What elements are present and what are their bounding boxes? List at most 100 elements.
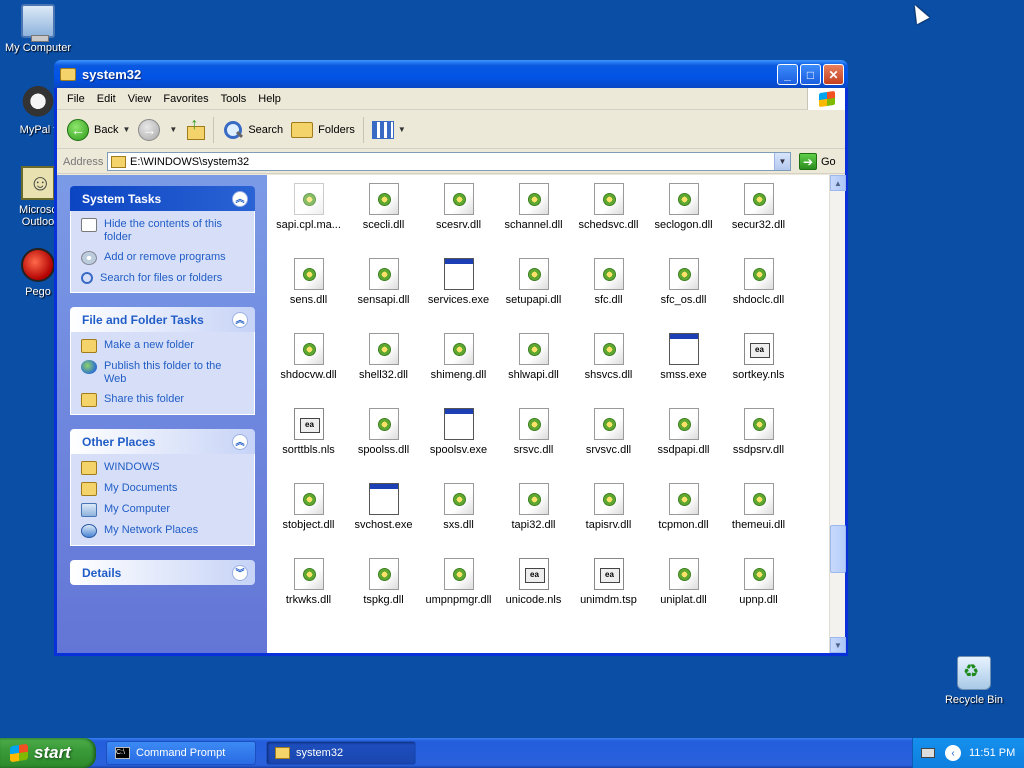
file-item[interactable]: shdocvw.dll bbox=[271, 325, 346, 400]
file-item[interactable]: sortkey.nls bbox=[721, 325, 796, 400]
file-item[interactable]: umpnpmgr.dll bbox=[421, 550, 496, 625]
maximize-button[interactable]: □ bbox=[800, 64, 821, 85]
chevron-left-icon[interactable]: ‹ bbox=[945, 745, 961, 761]
file-item[interactable]: themeui.dll bbox=[721, 475, 796, 550]
menu-help[interactable]: Help bbox=[252, 93, 287, 105]
task-share-folder[interactable]: Share this folder bbox=[81, 393, 244, 407]
file-item[interactable]: unicode.nls bbox=[496, 550, 571, 625]
panel-header-details[interactable]: Details ︾ bbox=[70, 560, 255, 585]
file-item[interactable]: services.exe bbox=[421, 250, 496, 325]
menu-tools[interactable]: Tools bbox=[215, 93, 253, 105]
title-bar[interactable]: system32 _ □ ✕ bbox=[54, 60, 848, 88]
file-item[interactable]: secur32.dll bbox=[721, 175, 796, 250]
file-item[interactable]: upnp.dll bbox=[721, 550, 796, 625]
file-item[interactable]: shdoclc.dll bbox=[721, 250, 796, 325]
file-item[interactable]: sfc_os.dll bbox=[646, 250, 721, 325]
scroll-up-icon[interactable]: ▲ bbox=[830, 175, 846, 191]
file-item[interactable]: smss.exe bbox=[646, 325, 721, 400]
file-item[interactable]: shell32.dll bbox=[346, 325, 421, 400]
file-item[interactable]: tspkg.dll bbox=[346, 550, 421, 625]
minimize-button[interactable]: _ bbox=[777, 64, 798, 85]
file-item[interactable]: sapi.cpl.ma... bbox=[271, 175, 346, 250]
file-item[interactable]: ssdpapi.dll bbox=[646, 400, 721, 475]
file-item[interactable]: tapisrv.dll bbox=[571, 475, 646, 550]
close-button[interactable]: ✕ bbox=[823, 64, 844, 85]
file-item[interactable]: srvsvc.dll bbox=[571, 400, 646, 475]
file-item[interactable]: schedsvc.dll bbox=[571, 175, 646, 250]
file-item[interactable]: stobject.dll bbox=[271, 475, 346, 550]
panel-header-system-tasks[interactable]: System Tasks ︽ bbox=[70, 186, 255, 211]
file-item[interactable]: shsvcs.dll bbox=[571, 325, 646, 400]
file-item[interactable]: shlwapi.dll bbox=[496, 325, 571, 400]
file-item[interactable]: scecli.dll bbox=[346, 175, 421, 250]
task-make-new-folder[interactable]: Make a new folder bbox=[81, 339, 244, 353]
file-item[interactable]: shimeng.dll bbox=[421, 325, 496, 400]
dll-file-icon bbox=[518, 183, 549, 215]
scroll-down-icon[interactable]: ▼ bbox=[830, 637, 846, 653]
file-name: smss.exe bbox=[660, 369, 707, 381]
file-item[interactable]: setupapi.dll bbox=[496, 250, 571, 325]
file-item[interactable]: sens.dll bbox=[271, 250, 346, 325]
address-input[interactable]: E:\WINDOWS\system32 ▼ bbox=[107, 152, 791, 171]
file-item[interactable]: sorttbls.nls bbox=[271, 400, 346, 475]
taskbar-button-system32[interactable]: system32 bbox=[266, 741, 416, 765]
panel-header-other-places[interactable]: Other Places ︽ bbox=[70, 429, 255, 454]
keyboard-icon[interactable] bbox=[921, 748, 935, 758]
collapse-icon[interactable]: ︽ bbox=[232, 311, 248, 328]
place-my-computer[interactable]: My Computer bbox=[81, 503, 244, 517]
file-item[interactable]: unimdm.tsp bbox=[571, 550, 646, 625]
file-item[interactable]: sensapi.dll bbox=[346, 250, 421, 325]
start-button[interactable]: start bbox=[0, 738, 96, 768]
menu-edit[interactable]: Edit bbox=[91, 93, 122, 105]
search-button[interactable]: Search bbox=[218, 114, 287, 146]
menu-view[interactable]: View bbox=[122, 93, 158, 105]
file-item[interactable]: scesrv.dll bbox=[421, 175, 496, 250]
file-item[interactable]: trkwks.dll bbox=[271, 550, 346, 625]
scroll-thumb[interactable] bbox=[830, 525, 846, 573]
collapse-icon[interactable]: ︽ bbox=[232, 433, 248, 450]
file-item[interactable]: seclogon.dll bbox=[646, 175, 721, 250]
place-windows[interactable]: WINDOWS bbox=[81, 461, 244, 475]
back-button[interactable]: ← Back ▼ bbox=[63, 114, 134, 146]
chevron-down-icon[interactable]: ▼ bbox=[169, 125, 177, 134]
task-add-remove-programs[interactable]: Add or remove programs bbox=[81, 251, 244, 265]
taskbar-button-label: Command Prompt bbox=[136, 747, 226, 759]
chevron-down-icon[interactable]: ▼ bbox=[774, 153, 790, 170]
desktop-icon-my-computer[interactable]: My Computer bbox=[0, 4, 76, 54]
file-item[interactable]: sxs.dll bbox=[421, 475, 496, 550]
task-hide-contents[interactable]: Hide the contents of this folder bbox=[81, 218, 244, 244]
file-item[interactable]: svchost.exe bbox=[346, 475, 421, 550]
folders-button[interactable]: Folders bbox=[287, 114, 359, 146]
start-label: start bbox=[34, 743, 71, 762]
file-item[interactable]: srsvc.dll bbox=[496, 400, 571, 475]
file-item[interactable]: tcpmon.dll bbox=[646, 475, 721, 550]
file-item[interactable]: spoolss.dll bbox=[346, 400, 421, 475]
expand-icon[interactable]: ︾ bbox=[232, 564, 248, 581]
file-item[interactable]: sfc.dll bbox=[571, 250, 646, 325]
place-my-documents[interactable]: My Documents bbox=[81, 482, 244, 496]
file-view[interactable]: rpcrt4.dllrpcss.dllrsaenh.dllrsop.mscrtu… bbox=[267, 175, 829, 653]
panel-header-file-folder-tasks[interactable]: File and Folder Tasks ︽ bbox=[70, 307, 255, 332]
taskbar-button-command-prompt[interactable]: C:\ Command Prompt bbox=[106, 741, 256, 765]
menu-file[interactable]: File bbox=[61, 93, 91, 105]
place-my-network-places[interactable]: My Network Places bbox=[81, 524, 244, 538]
forward-button[interactable]: → ▼ bbox=[134, 114, 181, 146]
file-item[interactable]: schannel.dll bbox=[496, 175, 571, 250]
clock[interactable]: 11:51 PM bbox=[969, 747, 1015, 759]
chevron-down-icon[interactable]: ▼ bbox=[122, 125, 130, 134]
file-item[interactable]: tapi32.dll bbox=[496, 475, 571, 550]
file-name: sens.dll bbox=[289, 294, 328, 306]
file-item[interactable]: uniplat.dll bbox=[646, 550, 721, 625]
task-search-files[interactable]: Search for files or folders bbox=[81, 272, 244, 285]
task-publish-folder[interactable]: Publish this folder to the Web bbox=[81, 360, 244, 386]
file-item[interactable]: spoolsv.exe bbox=[421, 400, 496, 475]
vertical-scrollbar[interactable]: ▲ ▼ bbox=[829, 175, 846, 653]
menu-favorites[interactable]: Favorites bbox=[157, 93, 214, 105]
go-button[interactable]: ➔ Go bbox=[799, 153, 836, 170]
file-item[interactable]: ssdpsrv.dll bbox=[721, 400, 796, 475]
collapse-icon[interactable]: ︽ bbox=[232, 190, 248, 207]
desktop-icon-recycle-bin[interactable]: Recycle Bin bbox=[936, 656, 1012, 706]
dll-file-icon bbox=[593, 333, 624, 365]
up-button[interactable] bbox=[181, 114, 209, 146]
views-button[interactable]: ▼ bbox=[368, 114, 410, 146]
